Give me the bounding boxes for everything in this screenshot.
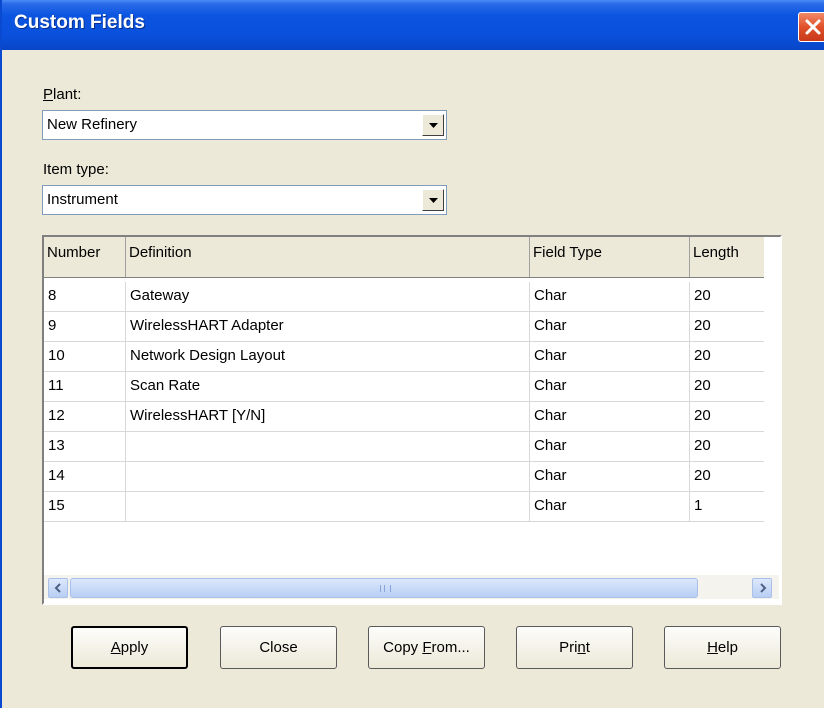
scroll-up-button[interactable]	[780, 246, 782, 266]
table-header: Number Definition Field Type Length	[44, 237, 764, 278]
cell-length[interactable]: 20	[690, 342, 764, 372]
column-header-definition[interactable]: Definition	[126, 237, 530, 277]
column-header-field-type[interactable]: Field Type	[530, 237, 690, 277]
cell-definition[interactable]: WirelessHART Adapter	[126, 312, 530, 342]
table-row[interactable]: 14 Char 20	[44, 462, 764, 492]
print-button[interactable]: Print	[516, 626, 633, 669]
cell-definition[interactable]: Gateway	[126, 282, 530, 312]
chevron-down-icon	[429, 198, 438, 203]
plant-label: Plant:	[43, 86, 82, 103]
close-button[interactable]: Close	[220, 626, 337, 669]
cell-definition[interactable]: Scan Rate	[126, 372, 530, 402]
cell-field-type[interactable]: Char	[530, 372, 690, 402]
scroll-grip	[380, 585, 391, 592]
cell-number[interactable]: 10	[44, 342, 126, 372]
cell-definition[interactable]: WirelessHART [Y/N]	[126, 402, 530, 432]
cell-field-type[interactable]: Char	[530, 432, 690, 462]
horizontal-scroll-thumb[interactable]	[70, 578, 698, 598]
cell-length[interactable]: 20	[690, 432, 764, 462]
table-row[interactable]: 9 WirelessHART Adapter Char 20	[44, 312, 764, 342]
arrow-left-icon	[54, 583, 61, 593]
title-bar[interactable]: Custom Fields	[2, 0, 824, 50]
column-header-length[interactable]: Length	[690, 237, 780, 277]
cell-field-type[interactable]: Char	[530, 342, 690, 372]
cell-number[interactable]: 14	[44, 462, 126, 492]
cell-number[interactable]: 15	[44, 492, 126, 522]
scroll-left-button[interactable]	[48, 578, 68, 598]
vertical-scroll-thumb[interactable]	[780, 284, 782, 290]
item-type-dropdown-button[interactable]	[422, 189, 444, 211]
item-type-value: Instrument	[47, 191, 118, 208]
cell-length[interactable]: 1	[690, 492, 764, 522]
cell-field-type[interactable]: Char	[530, 402, 690, 432]
cell-definition[interactable]: Network Design Layout	[126, 342, 530, 372]
cell-length[interactable]: 20	[690, 282, 764, 312]
cell-field-type[interactable]: Char	[530, 462, 690, 492]
plant-value: New Refinery	[47, 116, 138, 133]
cell-length[interactable]: 20	[690, 402, 764, 432]
close-x-icon	[805, 19, 821, 35]
cell-number[interactable]: 8	[44, 282, 126, 312]
cell-length[interactable]: 20	[690, 312, 764, 342]
help-button[interactable]: Help	[664, 626, 781, 669]
window-title: Custom Fields	[14, 12, 145, 33]
plant-dropdown-button[interactable]	[422, 114, 444, 136]
cell-field-type[interactable]: Char	[530, 492, 690, 522]
copy-from-button[interactable]: Copy From...	[368, 626, 485, 669]
item-type-dropdown[interactable]: Instrument	[42, 185, 447, 215]
column-header-number[interactable]: Number	[44, 237, 126, 277]
table-row[interactable]: 8 Gateway Char 20	[44, 282, 764, 312]
cell-length[interactable]: 20	[690, 462, 764, 492]
table-row[interactable]: 15 Char 1	[44, 492, 764, 522]
cell-definition[interactable]	[126, 432, 530, 462]
table-row[interactable]: 12 WirelessHART [Y/N] Char 20	[44, 402, 764, 432]
scroll-down-button[interactable]	[780, 551, 782, 571]
scroll-right-button[interactable]	[752, 578, 772, 598]
cell-number[interactable]: 9	[44, 312, 126, 342]
cell-field-type[interactable]: Char	[530, 312, 690, 342]
cell-definition[interactable]	[126, 492, 530, 522]
close-window-button[interactable]	[798, 12, 824, 42]
item-type-label: Item type:	[43, 161, 109, 178]
cell-number[interactable]: 13	[44, 432, 126, 462]
cell-length[interactable]: 20	[690, 372, 764, 402]
cell-number[interactable]: 11	[44, 372, 126, 402]
plant-dropdown[interactable]: New Refinery	[42, 110, 447, 140]
table-row[interactable]: 11 Scan Rate Char 20	[44, 372, 764, 402]
cell-number[interactable]: 12	[44, 402, 126, 432]
custom-fields-dialog: Custom Fields Plant: New Refinery Item t…	[0, 0, 824, 708]
chevron-down-icon	[429, 123, 438, 128]
table-row[interactable]: 13 Char 20	[44, 432, 764, 462]
table-row[interactable]: 10 Network Design Layout Char 20	[44, 342, 764, 372]
apply-button[interactable]: Apply	[71, 626, 188, 669]
cell-field-type[interactable]: Char	[530, 282, 690, 312]
cell-definition[interactable]	[126, 462, 530, 492]
custom-fields-table[interactable]: Number Definition Field Type Length 8 Gat…	[42, 235, 782, 605]
arrow-right-icon	[760, 583, 767, 593]
